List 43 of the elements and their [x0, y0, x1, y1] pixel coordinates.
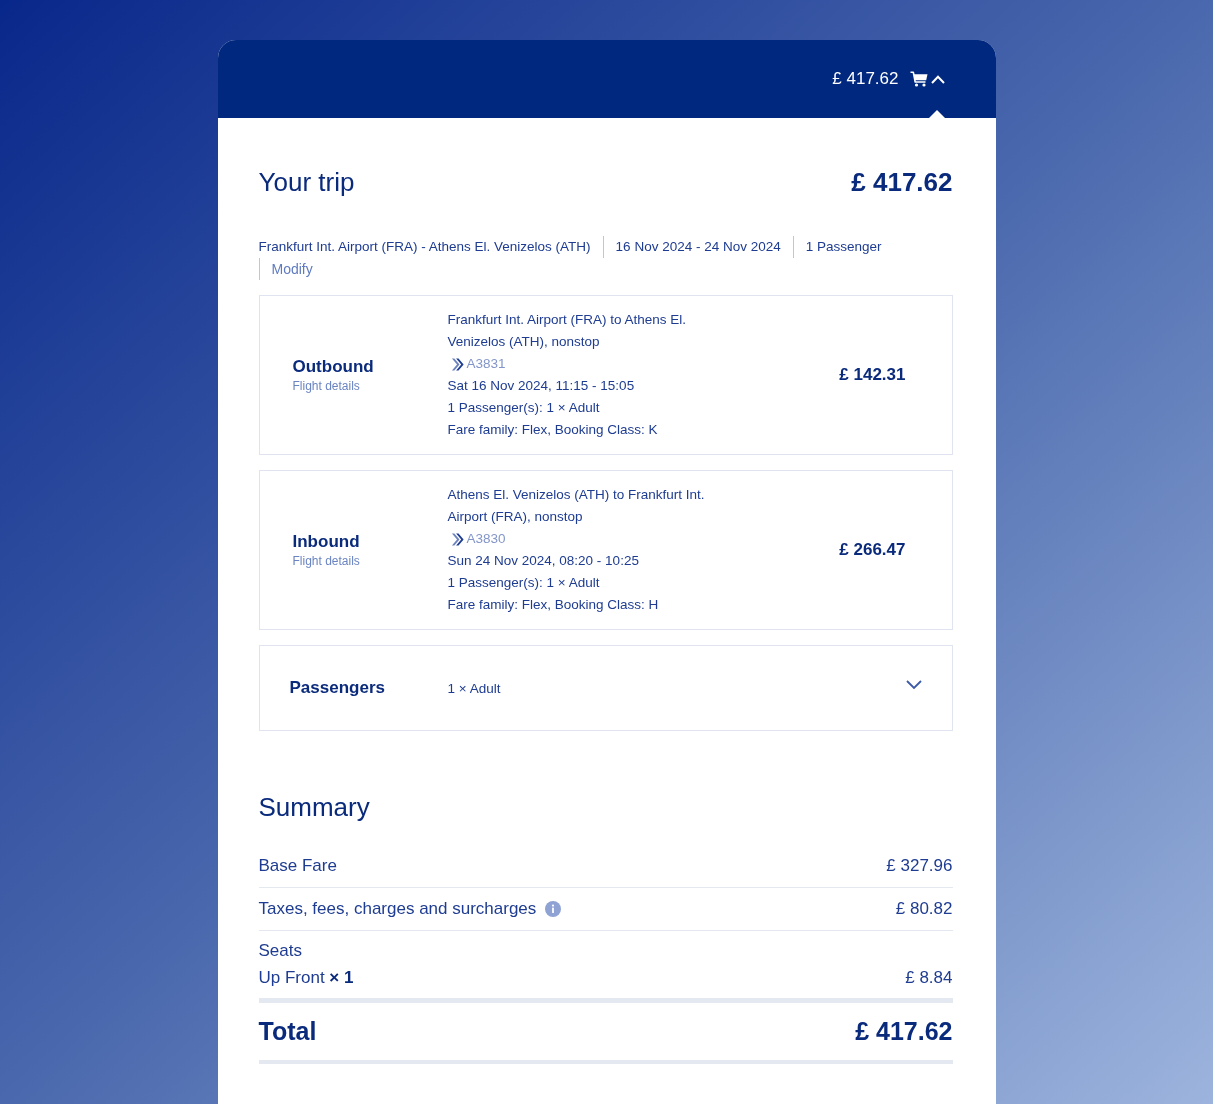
double-chevron-icon	[450, 357, 464, 371]
fare-label: Up Front × 1	[258, 967, 354, 989]
fare-label: Base Fare	[258, 855, 337, 877]
passenger-count: 1 Passenger	[805, 238, 882, 256]
flight-route: Frankfurt Int. Airport (FRA) to Athens El. Venizelos (ATH), nonstop	[447, 311, 688, 351]
chevron-up-icon	[930, 74, 945, 84]
flight-route: Athens El. Venizelos (ATH) to Frankfurt Int. Airport (FRA), nonstop	[447, 486, 706, 526]
chevron-down-icon	[905, 680, 922, 690]
flight-number: A3830	[466, 530, 506, 548]
total-amount: £ 417.62	[855, 1017, 953, 1046]
cart-icon	[909, 71, 928, 87]
flight-passengers: 1 Passenger(s): 1 × Adult	[447, 574, 601, 592]
fare-family: Fare family: Flex, Booking Class: H	[447, 596, 660, 614]
total-label: Total	[258, 1017, 317, 1046]
fare-amount: £ 327.96	[886, 855, 953, 877]
info-icon[interactable]	[545, 901, 562, 917]
travel-dates: 16 Nov 2024 - 24 Nov 2024	[615, 238, 781, 256]
flight-details-link[interactable]: Flight details	[292, 379, 448, 393]
double-chevron-icon	[450, 532, 464, 546]
route-text: Frankfurt Int. Airport (FRA) - Athens El. Venizelos (ATH)	[258, 238, 591, 256]
cart-total-button[interactable]: £ 417.62	[829, 65, 948, 93]
passengers-panel[interactable]: Passengers 1 × Adult	[258, 645, 953, 731]
passengers-summary: 1 × Adult	[447, 680, 501, 696]
fare-family: Fare family: Flex, Booking Class: K	[447, 421, 659, 439]
flight-direction: Inbound	[292, 532, 361, 552]
flight-details-link[interactable]: Flight details	[292, 554, 448, 568]
fare-amount: £ 8.84	[905, 967, 953, 989]
flight-number: A3831	[466, 355, 506, 373]
pointer-notch-icon	[928, 110, 945, 118]
trip-total-price: £ 417.62	[851, 166, 953, 198]
passengers-title: Passengers	[289, 678, 386, 698]
flight-direction: Outbound	[292, 357, 375, 377]
flight-schedule: Sun 24 Nov 2024, 08:20 - 10:25	[447, 552, 640, 570]
modify-link[interactable]: Modify	[271, 258, 313, 280]
trip-title: Your trip	[258, 166, 355, 198]
flight-schedule: Sat 16 Nov 2024, 11:15 - 15:05	[447, 377, 636, 395]
flight-price: £ 266.47	[839, 540, 906, 560]
fare-amount: £ 80.82	[895, 898, 953, 920]
fare-group-label: Seats	[258, 940, 303, 962]
flight-passengers: 1 Passenger(s): 1 × Adult	[447, 399, 601, 417]
flight-price: £ 142.31	[839, 365, 906, 385]
summary-title: Summary	[258, 791, 371, 823]
fare-label: Taxes, fees, charges and surcharges	[258, 898, 537, 920]
